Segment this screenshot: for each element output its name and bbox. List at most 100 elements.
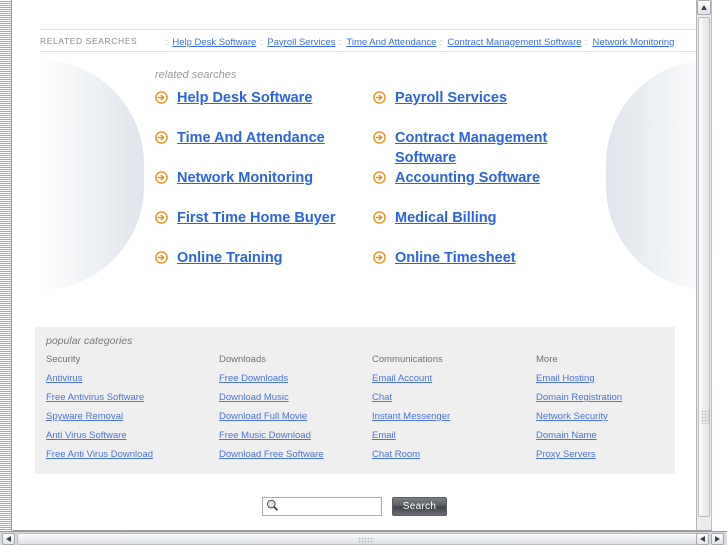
category-link-0-3[interactable]: Anti Virus Software (46, 430, 219, 441)
triangle-left-icon (6, 536, 11, 542)
triangle-up-icon (701, 5, 707, 10)
topbar-link-4[interactable]: Network Monitoring (593, 37, 675, 48)
topbar-separator: :: (584, 36, 589, 47)
category-column-2: Communications Email Account Chat Instant M… (372, 354, 536, 468)
related-search-link-7[interactable]: Medical Billing (395, 208, 497, 228)
related-search-item[interactable]: Help Desk Software (155, 88, 373, 128)
category-link-2-1[interactable]: Chat (372, 392, 536, 403)
horizontal-scrollbar[interactable] (0, 531, 727, 545)
arrow-circle-right-icon (373, 211, 386, 224)
arrow-circle-right-icon (155, 171, 168, 184)
related-search-link-5[interactable]: Accounting Software (395, 168, 540, 188)
topbar-link-3[interactable]: Contract Management Software (447, 37, 581, 48)
related-searches-grid: Help Desk Software Payroll Services Time A… (155, 88, 607, 288)
related-search-link-6[interactable]: First Time Home Buyer (177, 208, 335, 228)
category-link-3-4[interactable]: Proxy Servers (536, 449, 666, 460)
related-search-link-9[interactable]: Online Timesheet (395, 248, 516, 268)
related-search-item[interactable]: Payroll Services (373, 88, 607, 128)
decorative-orb-left (40, 60, 144, 290)
popular-categories-columns: Security Antivirus Free Antivirus Software… (46, 354, 666, 468)
topbar-separator: :: (439, 36, 443, 47)
popular-categories-title: popular categories (46, 335, 133, 347)
arrow-circle-right-icon (373, 251, 386, 264)
topbar-separator: :: (259, 36, 263, 47)
scroll-right-button[interactable] (711, 533, 724, 545)
related-search-item[interactable]: Time And Attendance (155, 128, 373, 168)
related-search-item[interactable]: Online Training (155, 248, 373, 288)
related-search-item[interactable]: Accounting Software (373, 168, 607, 208)
vertical-scrollbar[interactable] (696, 0, 711, 530)
category-link-1-2[interactable]: Download Full Movie (219, 411, 372, 422)
related-searches-title: related searches (155, 69, 237, 81)
topbar-separator: :: (164, 36, 168, 47)
left-texture-gutter (0, 0, 12, 531)
related-search-link-4[interactable]: Network Monitoring (177, 168, 313, 188)
related-search-item[interactable]: First Time Home Buyer (155, 208, 373, 248)
category-link-1-3[interactable]: Free Music Download (219, 430, 372, 441)
search-field (262, 496, 382, 516)
category-column-0: Security Antivirus Free Antivirus Software… (46, 354, 219, 468)
category-link-1-1[interactable]: Download Music (219, 392, 372, 403)
arrow-circle-right-icon (155, 131, 168, 144)
related-search-link-1[interactable]: Payroll Services (395, 88, 507, 108)
category-link-1-0[interactable]: Free Downloads (219, 373, 372, 384)
related-search-link-8[interactable]: Online Training (177, 248, 283, 268)
category-heading: Security (46, 354, 81, 365)
related-search-link-3[interactable]: Contract Management Software (395, 128, 565, 168)
topbar-link-1[interactable]: Payroll Services (267, 37, 335, 48)
scrollbar-grip-icon (358, 537, 374, 544)
arrow-circle-right-icon (155, 251, 168, 264)
category-heading: Communications (372, 354, 443, 365)
related-search-item[interactable]: Contract Management Software (373, 128, 607, 168)
vertical-scrollbar-thumb[interactable] (698, 17, 710, 517)
related-search-item[interactable]: Online Timesheet (373, 248, 607, 288)
related-searches-bar-links: :: Help Desk Software:: Payroll Services::… (161, 32, 674, 50)
horizontal-scrollbar-thumb[interactable] (17, 533, 697, 545)
category-link-2-0[interactable]: Email Account (372, 373, 536, 384)
topbar-link-0[interactable]: Help Desk Software (172, 37, 256, 48)
category-link-0-0[interactable]: Antivirus (46, 373, 219, 384)
related-search-link-2[interactable]: Time And Attendance (177, 128, 325, 148)
arrow-circle-right-icon (373, 131, 386, 144)
category-link-0-4[interactable]: Free Anti Virus Download (46, 449, 219, 460)
scroll-left-button-secondary[interactable] (696, 533, 709, 545)
category-column-3: More Email Hosting Domain Registration Netw… (536, 354, 666, 468)
category-link-2-4[interactable]: Chat Room (372, 449, 536, 460)
scroll-up-button[interactable] (697, 0, 711, 15)
category-link-3-1[interactable]: Domain Registration (536, 392, 666, 403)
page-frame: RELATED SEARCHES :: Help Desk Software:: P… (13, 0, 712, 531)
topbar-link-2[interactable]: Time And Attendance (346, 37, 436, 48)
scrollbar-grip-icon (701, 410, 709, 424)
page-canvas: RELATED SEARCHES :: Help Desk Software:: P… (13, 0, 697, 530)
arrow-circle-right-icon (155, 91, 168, 104)
category-column-1: Downloads Free Downloads Download Music Dow… (219, 354, 372, 468)
related-search-item[interactable]: Medical Billing (373, 208, 607, 248)
search-input[interactable] (262, 497, 382, 516)
triangle-right-icon (715, 536, 720, 542)
arrow-circle-right-icon (373, 171, 386, 184)
related-searches-label: RELATED SEARCHES (40, 35, 138, 46)
category-heading: More (536, 354, 558, 365)
related-search-link-0[interactable]: Help Desk Software (177, 88, 312, 108)
related-searches-bar: RELATED SEARCHES :: Help Desk Software:: P… (40, 29, 697, 52)
category-link-3-3[interactable]: Domain Name (536, 430, 666, 441)
scroll-left-button[interactable] (2, 533, 15, 545)
category-link-3-0[interactable]: Email Hosting (536, 373, 666, 384)
related-search-item[interactable]: Network Monitoring (155, 168, 373, 208)
category-link-0-1[interactable]: Free Antivirus Software (46, 392, 219, 403)
category-link-0-2[interactable]: Spyware Removal (46, 411, 219, 422)
popular-categories-panel: popular categories Security Antivirus Free… (35, 327, 675, 474)
decorative-orb-right (606, 60, 697, 290)
arrow-circle-right-icon (155, 211, 168, 224)
arrow-circle-right-icon (373, 91, 386, 104)
search-row: Search (262, 496, 447, 516)
category-link-2-3[interactable]: Email (372, 430, 536, 441)
category-heading: Downloads (219, 354, 266, 365)
browser-window: RELATED SEARCHES :: Help Desk Software:: P… (0, 0, 727, 545)
category-link-1-4[interactable]: Download Free Software (219, 449, 372, 460)
search-button[interactable]: Search (392, 496, 447, 516)
category-link-3-2[interactable]: Network Security (536, 411, 666, 422)
triangle-left-icon (700, 536, 705, 542)
topbar-separator: :: (338, 36, 342, 47)
category-link-2-2[interactable]: Instant Messenger (372, 411, 536, 422)
